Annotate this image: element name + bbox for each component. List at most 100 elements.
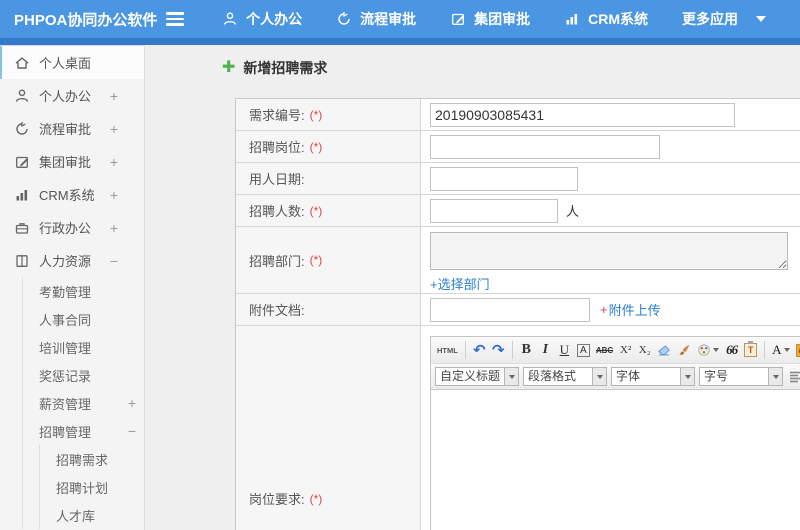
highlight-button[interactable]: ab (794, 341, 800, 360)
position-label: 招聘岗位: (*) (236, 131, 421, 162)
sidebar-subitem-label: 招聘需求 (56, 452, 109, 468)
color-palette-button[interactable] (695, 341, 721, 360)
sidebar-item-crm-system[interactable]: CRM系统 + (0, 178, 144, 211)
font-style-button[interactable]: A (575, 341, 592, 360)
sidebar-subitem-reward-punish-record[interactable]: 奖惩记录 (23, 361, 144, 389)
bold-button[interactable]: B (518, 341, 535, 360)
form-row-position: 招聘岗位: (*) (236, 131, 800, 163)
undo-button[interactable]: ↶ (471, 341, 488, 360)
sidebar-item-group-approval[interactable]: 集团审批 + (0, 145, 144, 178)
font-color-button[interactable]: A (770, 341, 791, 360)
sidebar-item-admin-office[interactable]: 行政办公 + (0, 211, 144, 244)
eraser-button[interactable] (655, 341, 673, 360)
expand-icon[interactable]: + (110, 155, 118, 169)
underline-button[interactable]: U (556, 341, 573, 360)
sidebar-subitem-training-management[interactable]: 培训管理 (23, 333, 144, 361)
toolbar-separator (511, 341, 513, 359)
expand-icon[interactable]: + (128, 396, 136, 410)
nav-item-more-apps[interactable]: 更多应用 (682, 9, 766, 29)
expand-icon[interactable]: + (110, 188, 118, 202)
nav-item-group-approval[interactable]: 集团审批 (450, 9, 530, 29)
nav-item-label: 流程审批 (360, 11, 417, 27)
italic-button[interactable]: I (537, 341, 554, 360)
sidebar-item-label: 个人桌面 (39, 56, 92, 71)
top-bar-accent-strip (0, 38, 800, 45)
chevron-down-icon[interactable] (769, 367, 783, 386)
count-input[interactable] (430, 198, 558, 223)
editor-content-area[interactable] (431, 390, 800, 530)
expand-icon[interactable]: + (110, 122, 118, 136)
select-department-link[interactable]: +选择部门 (430, 274, 490, 293)
date-input[interactable] (430, 166, 578, 191)
sidebar-subitem-attendance-management[interactable]: 考勤管理 (23, 277, 144, 305)
heading-style-select[interactable]: 自定义标题 (435, 367, 519, 386)
chart-icon (564, 11, 580, 27)
position-input[interactable] (430, 134, 660, 159)
font-size-select[interactable]: 字号 (699, 367, 783, 386)
nav-item-personal-office[interactable]: 个人办公 (222, 9, 302, 29)
font-family-select[interactable]: 字体 (611, 367, 695, 386)
paragraph-format-select-value: 段落格式 (523, 367, 593, 386)
nav-item-label: CRM系统 (588, 11, 648, 27)
sidebar-subitem-hr-contract[interactable]: 人事合同 (23, 305, 144, 333)
chevron-down-icon[interactable] (505, 367, 519, 386)
sidebar-item-workflow-approval[interactable]: 流程审批 + (0, 112, 144, 145)
sidebar-subitem-recruit-plan[interactable]: 招聘计划 (40, 473, 144, 501)
expand-icon[interactable]: + (110, 221, 118, 235)
sidebar-subitem-recruit-demand[interactable]: 招聘需求 (40, 445, 144, 473)
nav-item-label: 更多应用 (682, 11, 738, 27)
chevron-down-icon[interactable] (681, 367, 695, 386)
sidebar-subitem-talent-pool[interactable]: 人才库 (40, 501, 144, 529)
superscript-button[interactable]: X² (617, 341, 634, 360)
redo-button[interactable]: ↷ (490, 341, 507, 360)
nav-item-workflow-approval[interactable]: 流程审批 (336, 9, 416, 29)
sidebar-item-human-resources[interactable]: 人力资源 − (0, 244, 144, 277)
brush-icon (677, 343, 691, 357)
paste-button[interactable]: T (742, 341, 759, 360)
sidebar-recruitment-submenu: 招聘需求招聘计划人才库 (39, 445, 144, 529)
sidebar-subitem-label: 招聘计划 (56, 480, 109, 496)
count-label: 招聘人数: (*) (236, 195, 421, 226)
edit-icon (450, 11, 466, 27)
chevron-down-icon (783, 348, 790, 352)
sidebar-item-label: 行政办公 (39, 221, 92, 236)
paintbrush-button[interactable] (675, 341, 693, 360)
nav-item-label: 个人办公 (246, 11, 303, 27)
required-mark: (*) (309, 203, 323, 218)
html-source-button[interactable]: HTML (435, 341, 460, 360)
collapse-icon[interactable]: − (128, 424, 136, 438)
nav-item-crm-system[interactable]: CRM系统 (564, 9, 648, 29)
font-family-select-value: 字体 (611, 367, 681, 386)
department-textarea[interactable] (430, 232, 788, 270)
eraser-icon (657, 343, 671, 357)
align-left-button[interactable] (787, 367, 800, 386)
user-icon (222, 11, 238, 27)
home-icon (14, 55, 30, 71)
editor-toolbar-row1: HTML↶↷BIUAABCX²X₂66TAab (431, 337, 800, 364)
sidebar-item-personal-office[interactable]: 个人办公 + (0, 79, 144, 112)
attachment-input[interactable] (430, 297, 590, 322)
chevron-down-icon[interactable] (593, 367, 607, 386)
code-input[interactable] (430, 102, 735, 127)
collapse-icon[interactable]: − (110, 254, 118, 268)
sidebar-subitem-salary-management[interactable]: 薪资管理 + (23, 389, 144, 417)
strikethrough-button[interactable]: ABC (594, 341, 615, 360)
sidebar-subitem-recruit-management[interactable]: 招聘管理 − (23, 417, 144, 445)
blockquote-button[interactable]: 66 (723, 341, 740, 360)
subscript-button[interactable]: X₂ (636, 341, 653, 360)
flow-icon (14, 121, 30, 137)
department-label: 招聘部门: (*) (236, 227, 421, 293)
requirement-label: 岗位要求: (*) (236, 326, 421, 530)
form-row-requirement: 岗位要求: (*) HTML↶↷BIUAABCX²X₂66TAab 自定义标题段… (236, 326, 800, 530)
expand-icon[interactable]: + (110, 89, 118, 103)
form-row-attachment: 附件文档: + 附件上传 (236, 294, 800, 326)
menu-icon[interactable] (166, 9, 185, 29)
flow-icon (336, 11, 352, 27)
palette-icon (697, 343, 711, 357)
sidebar-item-personal-desktop[interactable]: 个人桌面 (0, 46, 144, 79)
sidebar-subitem-label: 薪资管理 (39, 396, 92, 412)
recruitment-form: 需求编号: (*) 招聘岗位: (*) 用人日期: (235, 98, 800, 530)
nav-item-label: 集团审批 (474, 11, 531, 27)
attachment-upload-link[interactable]: + 附件上传 (600, 300, 661, 319)
paragraph-format-select[interactable]: 段落格式 (523, 367, 607, 386)
